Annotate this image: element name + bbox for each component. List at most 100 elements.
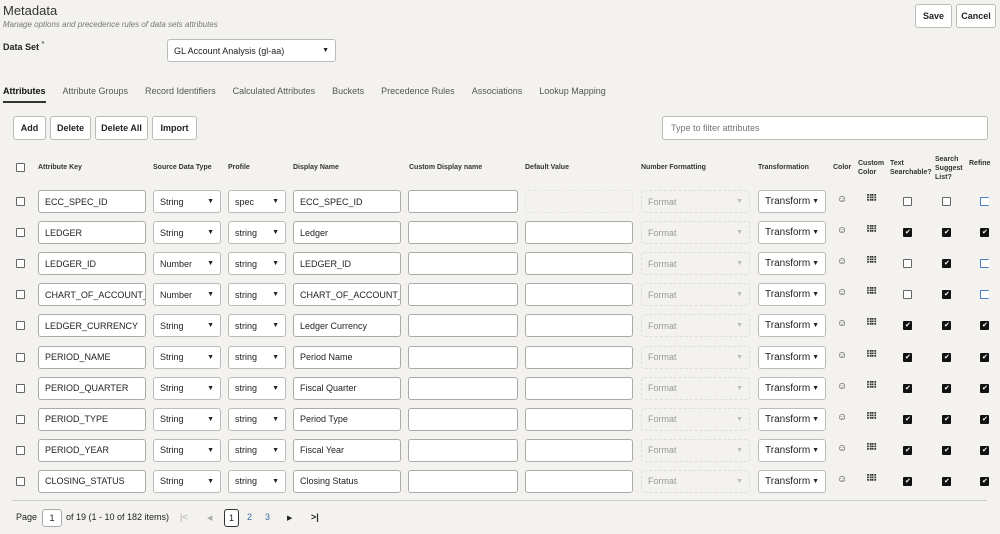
number-format-select[interactable]: Format ▼ [641,252,750,276]
source-data-type-select[interactable]: Number ▼ [153,252,221,276]
transform-select[interactable]: Transform ▼ [758,283,826,307]
search-suggest-checkbox[interactable] [942,197,951,206]
next-page-icon[interactable]: ▶ [287,514,292,522]
number-format-select[interactable]: Format ▼ [641,376,750,400]
number-format-select[interactable]: Format ▼ [641,314,750,338]
grid-icon[interactable]: ⠿⠿ [866,473,877,484]
transform-select[interactable]: Transform ▼ [758,190,826,213]
profile-select[interactable]: spec ▼ [228,190,286,213]
tab-buckets[interactable]: Buckets [332,86,364,103]
attribute-key-input[interactable]: LEDGER [38,221,146,245]
dataset-select[interactable]: GL Account Analysis (gl-aa) ▼ [167,39,336,62]
profile-select[interactable]: string ▼ [228,469,286,493]
transform-select[interactable]: Transform ▼ [758,221,826,245]
text-searchable-checkbox[interactable] [903,228,912,238]
profile-select[interactable]: string ▼ [228,345,286,369]
number-format-select[interactable]: Format ▼ [641,345,750,369]
source-data-type-select[interactable]: String ▼ [153,221,221,245]
last-page-icon[interactable]: >| [311,512,319,522]
search-suggest-checkbox[interactable] [942,445,951,455]
palette-icon[interactable]: ☺ [837,318,847,329]
display-name-input[interactable]: LEDGER_ID [293,252,401,276]
source-data-type-select[interactable]: String ▼ [153,190,221,213]
delete-all-button[interactable]: Delete All [95,116,148,140]
row-checkbox[interactable] [16,197,25,206]
text-searchable-checkbox[interactable] [903,197,912,206]
display-name-input[interactable]: Period Name [293,345,401,369]
prev-page-icon[interactable]: ◀ [207,514,212,522]
custom-display-name-input[interactable] [408,407,518,431]
refine-checkbox[interactable] [980,228,989,238]
row-checkbox[interactable] [16,383,25,393]
profile-select[interactable]: string ▼ [228,438,286,462]
search-suggest-checkbox[interactable] [942,321,951,331]
palette-icon[interactable]: ☺ [837,412,847,423]
search-suggest-checkbox[interactable] [942,352,951,362]
transform-select[interactable]: Transform ▼ [758,314,826,338]
profile-select[interactable]: string ▼ [228,376,286,400]
palette-icon[interactable]: ☺ [837,350,847,361]
grid-icon[interactable]: ⠿⠿ [866,193,877,204]
tab-attribute-groups[interactable]: Attribute Groups [63,86,129,103]
attribute-key-input[interactable]: CLOSING_STATUS [38,469,146,493]
row-checkbox[interactable] [16,321,25,331]
cancel-button[interactable]: Cancel [956,4,996,28]
display-name-input[interactable]: Fiscal Quarter [293,376,401,400]
custom-display-name-input[interactable] [408,469,518,493]
profile-select[interactable]: string ▼ [228,252,286,276]
row-checkbox[interactable] [16,259,25,269]
number-format-select[interactable]: Format ▼ [641,283,750,307]
transform-select[interactable]: Transform ▼ [758,407,826,431]
transform-select[interactable]: Transform ▼ [758,438,826,462]
row-checkbox[interactable] [16,476,25,486]
grid-icon[interactable]: ⠿⠿ [866,286,877,297]
refine-checkbox[interactable] [980,383,989,393]
page-1-button[interactable]: 1 [224,509,239,527]
first-page-icon[interactable]: |< [180,512,188,522]
palette-icon[interactable]: ☺ [837,474,847,485]
attribute-key-input[interactable]: CHART_OF_ACCOUNT_II [38,283,146,307]
row-checkbox[interactable] [16,414,25,424]
text-searchable-checkbox[interactable] [903,290,912,300]
source-data-type-select[interactable]: String ▼ [153,345,221,369]
text-searchable-checkbox[interactable] [903,414,912,424]
tab-associations[interactable]: Associations [472,86,523,103]
select-all-checkbox[interactable] [16,163,25,172]
tab-record-identifiers[interactable]: Record Identifiers [145,86,216,103]
transform-select[interactable]: Transform ▼ [758,252,826,276]
tab-precedence-rules[interactable]: Precedence Rules [381,86,455,103]
custom-display-name-input[interactable] [408,252,518,276]
profile-select[interactable]: string ▼ [228,407,286,431]
attribute-key-input[interactable]: ECC_SPEC_ID [38,190,146,213]
source-data-type-select[interactable]: Number ▼ [153,283,221,307]
palette-icon[interactable]: ☺ [837,381,847,392]
custom-display-name-input[interactable] [408,190,518,213]
transform-select[interactable]: Transform ▼ [758,345,826,369]
refine-checkbox[interactable] [980,259,989,269]
attribute-key-input[interactable]: LEDGER_CURRENCY [38,314,146,338]
grid-icon[interactable]: ⠿⠿ [866,380,877,391]
number-format-select[interactable]: Format ▼ [641,221,750,245]
search-suggest-checkbox[interactable] [942,259,951,269]
display-name-input[interactable]: ECC_SPEC_ID [293,190,401,213]
refine-checkbox[interactable] [980,414,989,424]
custom-display-name-input[interactable] [408,345,518,369]
transform-select[interactable]: Transform ▼ [758,469,826,493]
number-format-select[interactable]: Format ▼ [641,407,750,431]
source-data-type-select[interactable]: String ▼ [153,438,221,462]
text-searchable-checkbox[interactable] [903,259,912,269]
default-value-input[interactable] [525,314,633,338]
page-3-button[interactable]: 3 [265,512,270,522]
grid-icon[interactable]: ⠿⠿ [866,349,877,360]
tab-lookup-mapping[interactable]: Lookup Mapping [539,86,606,103]
row-checkbox[interactable] [16,445,25,455]
grid-icon[interactable]: ⠿⠿ [866,255,877,266]
source-data-type-select[interactable]: String ▼ [153,376,221,400]
tab-attributes[interactable]: Attributes [3,86,46,103]
refine-checkbox[interactable] [980,352,989,362]
attribute-key-input[interactable]: PERIOD_YEAR [38,438,146,462]
refine-checkbox[interactable] [980,197,989,206]
number-format-select[interactable]: Format ▼ [641,190,750,213]
attribute-key-input[interactable]: LEDGER_ID [38,252,146,276]
number-format-select[interactable]: Format ▼ [641,469,750,493]
